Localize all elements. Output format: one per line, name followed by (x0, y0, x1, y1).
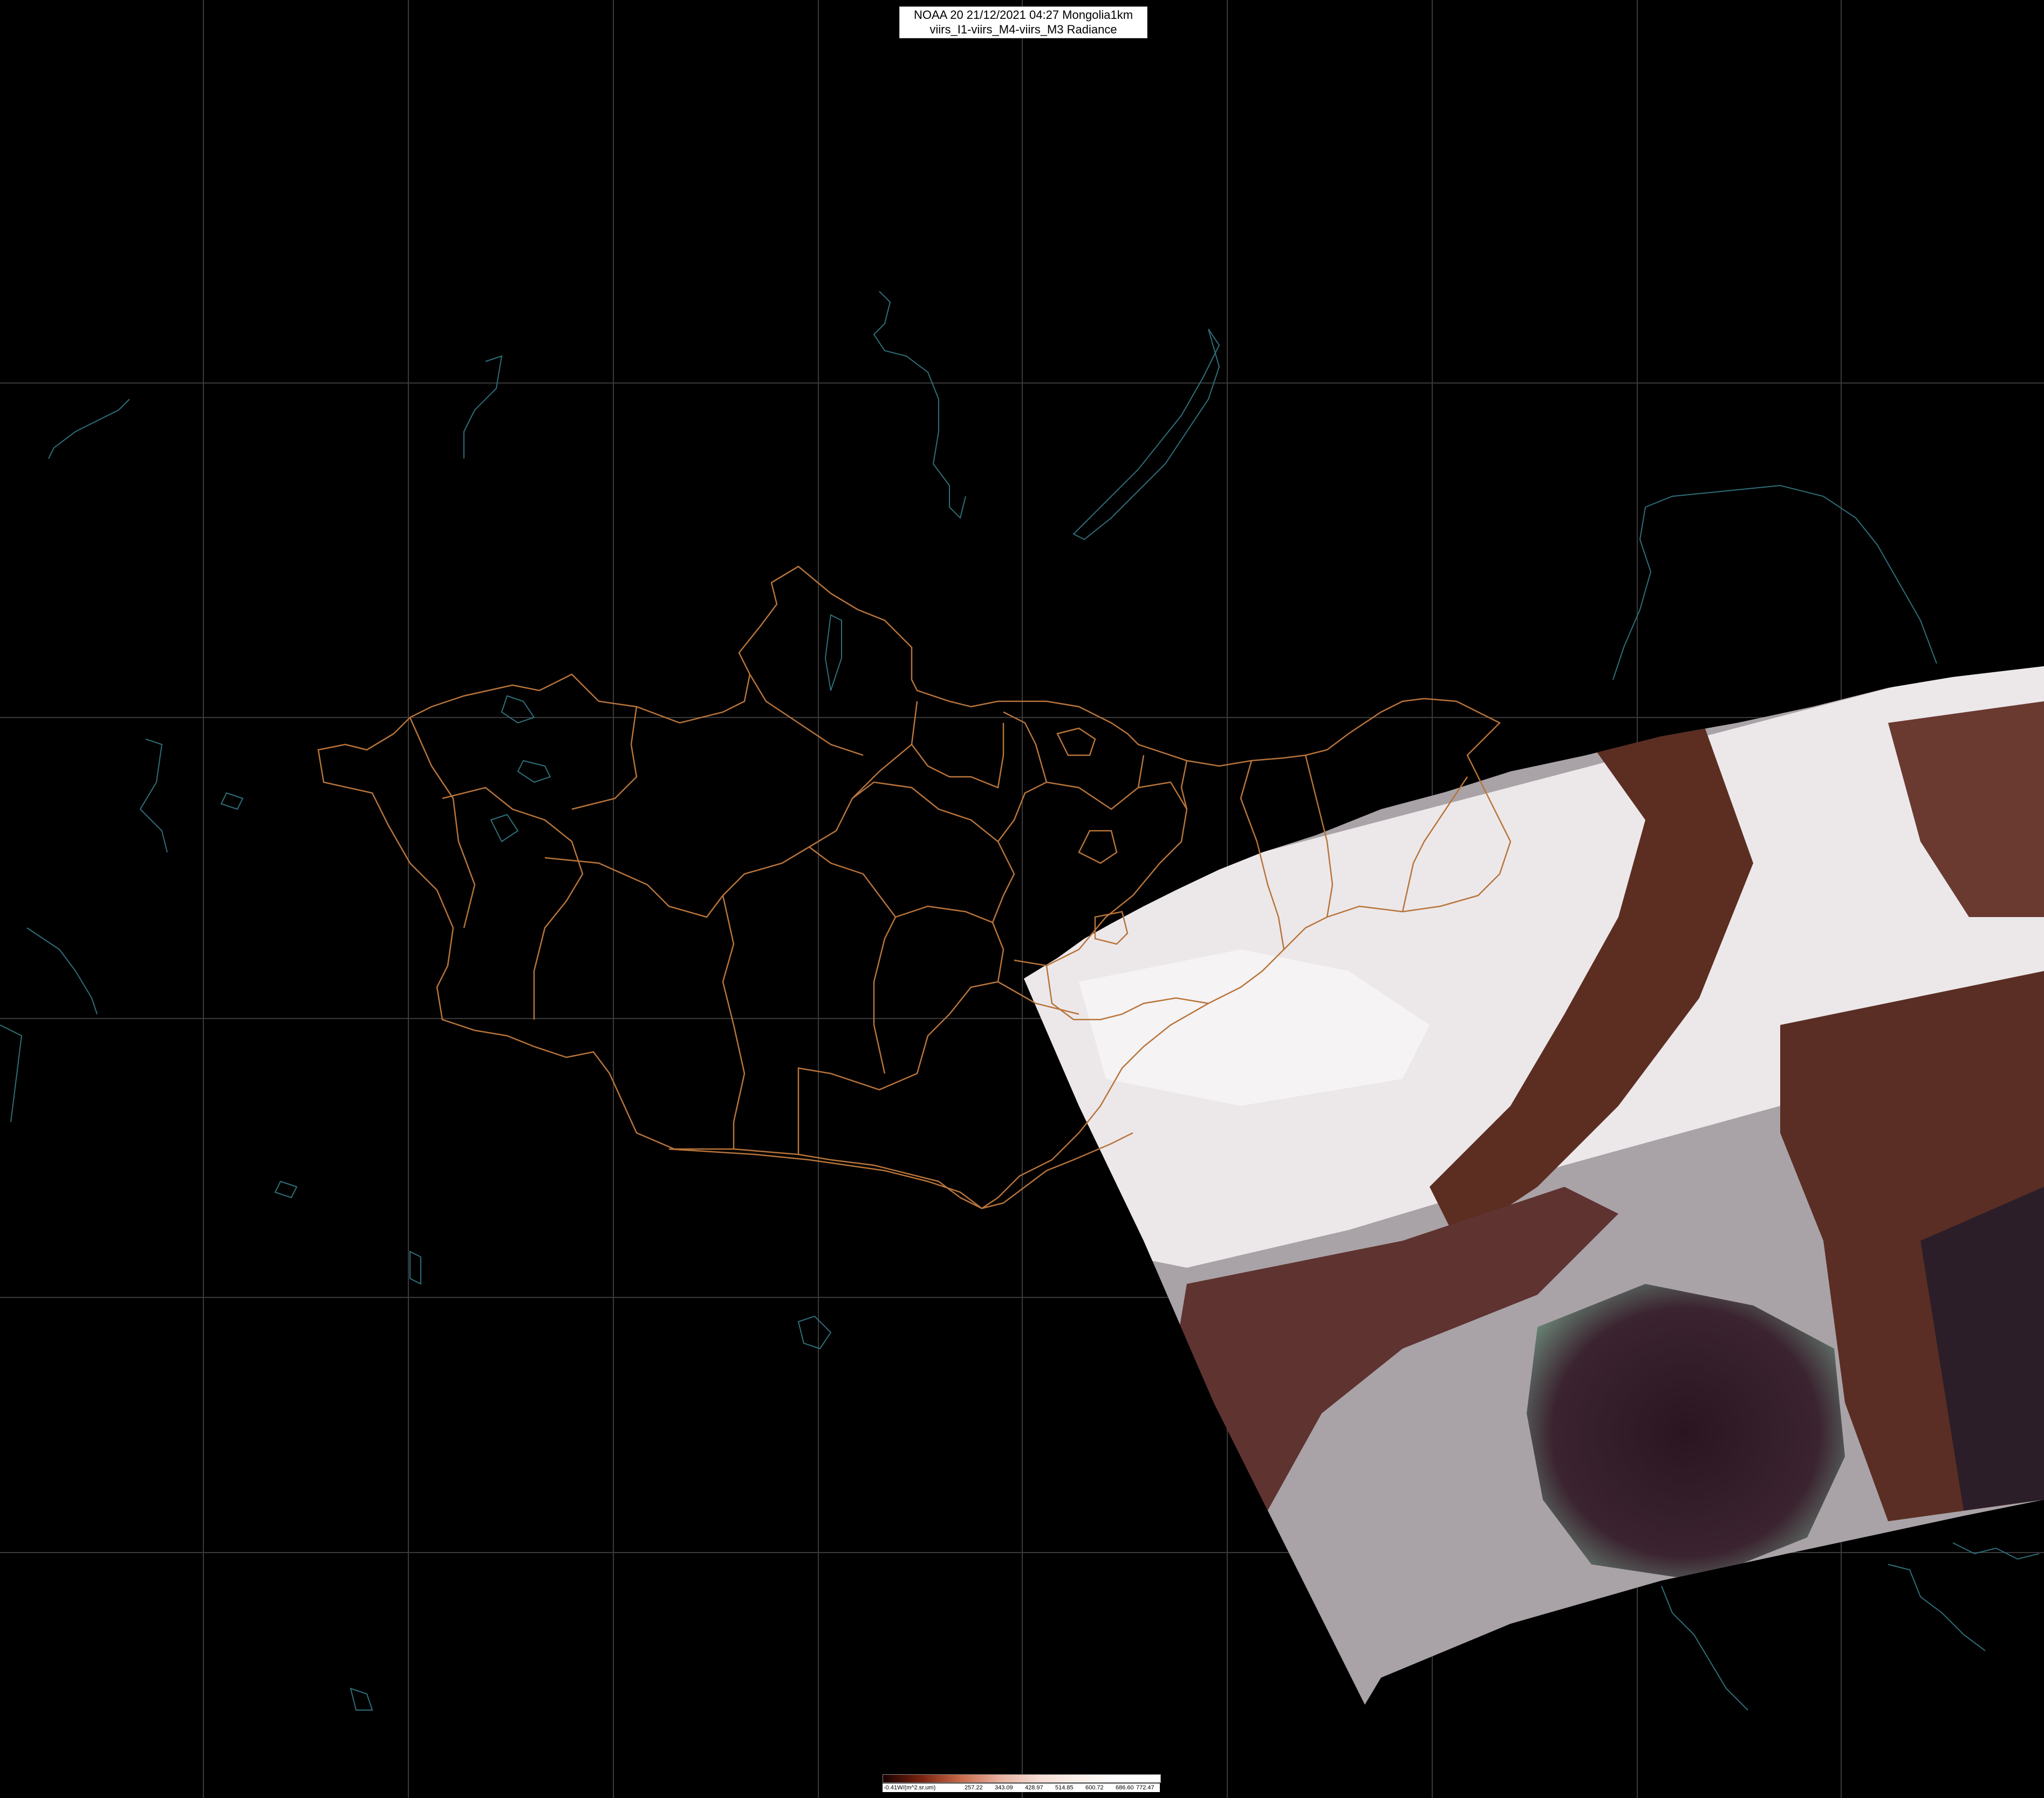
river (0, 1024, 23, 1123)
lake (797, 1315, 832, 1350)
river (26, 927, 98, 1015)
legend-labels: -0.41W/(m^2.sr.um) 257.22 343.09 428.97 … (883, 1783, 1160, 1792)
legend-label: 343.09 (995, 1785, 1013, 1791)
coastline-north (1645, 484, 1937, 664)
lake (409, 1250, 421, 1285)
satellite-map: NOAA 20 21/12/2021 04:27 Mongolia1km vii… (0, 0, 2044, 1798)
aimag-line (409, 717, 476, 928)
southern-border (668, 1132, 1133, 1209)
aimag-line (809, 846, 896, 918)
title-line-1: NOAA 20 21/12/2021 04:27 Mongolia1km (913, 8, 1133, 22)
aimag-line (571, 706, 638, 810)
legend-label: 428.97 (1025, 1785, 1043, 1791)
legend-colorbar (883, 1774, 1161, 1783)
satellite-swath (1024, 666, 2044, 1705)
map-title: NOAA 20 21/12/2021 04:27 Mongolia1km vii… (899, 6, 1147, 38)
aimag-line (911, 723, 1004, 789)
lake (517, 760, 551, 783)
aimag-line (1003, 711, 1048, 783)
map-canvas (0, 0, 2044, 1798)
legend-label: 772.47 (1136, 1785, 1154, 1791)
coastline-south (1661, 1585, 1748, 1711)
legend-label: 514.85 (1055, 1785, 1074, 1791)
lake-baikal (1072, 329, 1220, 541)
lake (501, 695, 535, 724)
aimag-line (852, 781, 1015, 923)
coastline-north (1612, 507, 1652, 680)
lake (490, 813, 519, 843)
legend-label: -0.41W/(m^2.sr.um) (884, 1785, 936, 1791)
aimag-line (722, 895, 746, 1149)
coastline-south (1952, 1542, 2040, 1560)
lake (220, 792, 244, 810)
lake (274, 1180, 298, 1199)
river (139, 739, 168, 853)
coastline-south (1888, 1564, 1986, 1651)
aimag-line (873, 905, 1004, 1074)
lake (350, 1687, 373, 1711)
river (48, 399, 130, 459)
angara-river (873, 291, 966, 519)
legend-label: 257.22 (965, 1785, 983, 1791)
legend-label: 600.72 (1085, 1785, 1104, 1791)
color-legend: -0.41W/(m^2.sr.um) 257.22 343.09 428.97 … (883, 1774, 1161, 1794)
ulaanbaatar-boundary (1056, 727, 1096, 756)
aimag-line (749, 674, 864, 756)
legend-label: 686.60 (1116, 1785, 1134, 1791)
aimag-enclave (1078, 830, 1118, 864)
aimag-line (997, 755, 1145, 842)
aimag-line (544, 701, 918, 918)
title-line-2: viirs_I1-viirs_M4-viirs_M3 Radiance (929, 23, 1117, 36)
river (463, 355, 503, 459)
lake-khuvsgul (824, 614, 842, 691)
